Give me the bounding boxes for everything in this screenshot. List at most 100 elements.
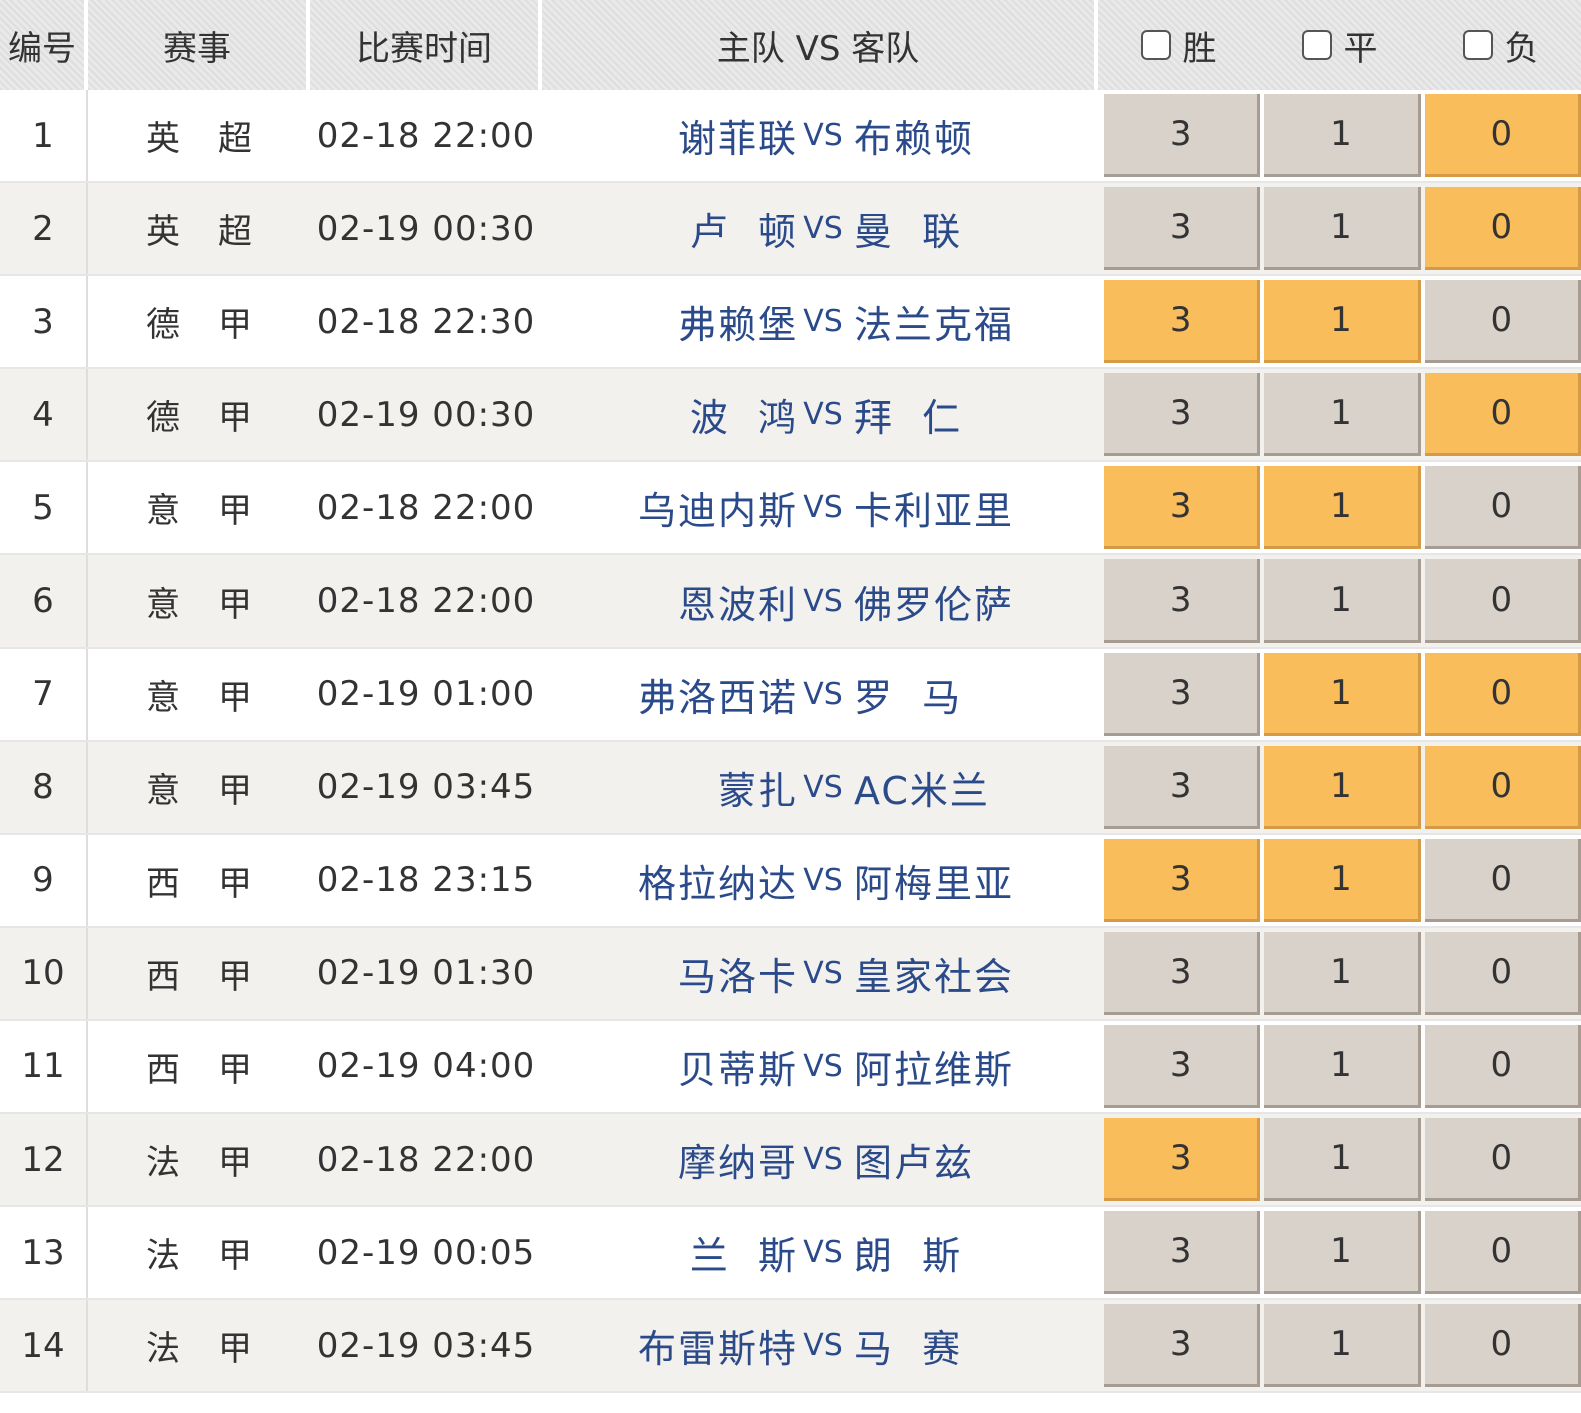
row-time: 02-19 00:30 — [316, 394, 536, 435]
odds-draw-button[interactable]: 1 — [1264, 187, 1421, 271]
odds-draw-button[interactable]: 1 — [1264, 1118, 1421, 1202]
away-team: 皇家社会 — [854, 954, 1015, 999]
odds-lose-button[interactable]: 0 — [1424, 652, 1581, 736]
win-checkbox[interactable] — [1140, 30, 1171, 60]
row-odds: 310 — [1098, 555, 1581, 646]
row-odds: 310 — [1098, 276, 1581, 367]
odds-draw-button[interactable]: 1 — [1264, 1304, 1421, 1388]
row-league: 西甲 — [146, 1049, 290, 1090]
table-body: 1 英超 02-18 22:00 谢菲联 VS 布赖顿 3 1 0 2 英超 02-19 00:30 卢… — [0, 90, 1581, 1394]
odds-draw-button[interactable]: 1 — [1264, 838, 1421, 922]
table-row: 3 德甲 02-18 22:30 弗赖堡 VS 法兰克福 3 1 0 — [0, 276, 1581, 370]
row-number: 3 — [0, 276, 88, 368]
filter-win[interactable]: 胜 — [1140, 21, 1217, 70]
filter-lose[interactable]: 负 — [1462, 21, 1539, 70]
row-odds: 310 — [1098, 369, 1581, 460]
odds-win-button[interactable]: 3 — [1104, 559, 1261, 643]
home-team: 蒙扎 — [717, 768, 798, 813]
odds-draw-button[interactable]: 1 — [1264, 280, 1421, 364]
row-league: 英超 — [146, 212, 290, 253]
away-team: 布赖顿 — [854, 117, 975, 162]
odds-draw-button[interactable]: 1 — [1264, 652, 1421, 736]
draw-checkbox[interactable] — [1301, 30, 1332, 60]
home-team: 乌迪内斯 — [637, 489, 798, 534]
odds-win-button[interactable]: 3 — [1104, 931, 1261, 1015]
odds-draw-button[interactable]: 1 — [1264, 373, 1421, 457]
odds-win-button[interactable]: 3 — [1104, 1024, 1261, 1109]
odds-lose-button[interactable]: 0 — [1424, 838, 1581, 922]
odds-lose-button[interactable]: 0 — [1424, 280, 1581, 364]
row-number: 8 — [0, 741, 88, 833]
away-team: 马 赛 — [854, 1327, 963, 1372]
row-match: 弗洛西诺 VS 罗 马 — [542, 649, 1098, 740]
vs-label: VS — [803, 1142, 843, 1178]
odds-win-button[interactable]: 3 — [1104, 94, 1261, 178]
row-league: 法甲 — [146, 1143, 290, 1184]
away-team: 阿拉维斯 — [854, 1047, 1015, 1092]
odds-draw-button[interactable]: 1 — [1264, 1024, 1421, 1109]
row-time: 02-18 23:15 — [316, 860, 536, 901]
home-team: 谢菲联 — [677, 117, 798, 162]
home-team: 布雷斯特 — [637, 1327, 798, 1372]
lose-checkbox[interactable] — [1462, 30, 1493, 60]
row-time: 02-18 22:00 — [316, 1139, 536, 1180]
odds-win-button[interactable]: 3 — [1104, 466, 1261, 550]
odds-win-button[interactable]: 3 — [1104, 187, 1261, 271]
odds-lose-button[interactable]: 0 — [1424, 1118, 1581, 1202]
table-row: 8 意甲 02-19 03:45 蒙扎 VS AC米兰 3 1 0 — [0, 741, 1581, 835]
odds-lose-button[interactable]: 0 — [1424, 559, 1581, 643]
odds-draw-button[interactable]: 1 — [1264, 745, 1421, 829]
odds-draw-button[interactable]: 1 — [1264, 466, 1421, 550]
table-row: 14 法甲 02-19 03:45 布雷斯特 VS 马 赛 310 — [0, 1300, 1581, 1394]
odds-lose-button[interactable]: 0 — [1424, 187, 1581, 271]
table-row: 7 意甲 02-19 01:00 弗洛西诺 VS 罗 马 310 — [0, 648, 1581, 742]
row-time: 02-18 22:30 — [316, 301, 536, 342]
odds-win-button[interactable]: 3 — [1104, 280, 1261, 364]
odds-lose-button[interactable]: 0 — [1424, 745, 1581, 829]
row-league: 意甲 — [146, 677, 290, 718]
row-number: 7 — [0, 648, 88, 740]
odds-win-button[interactable]: 3 — [1104, 1118, 1261, 1202]
odds-win-button[interactable]: 3 — [1104, 745, 1261, 829]
odds-win-button[interactable]: 3 — [1104, 373, 1261, 457]
odds-draw-button[interactable]: 1 — [1264, 559, 1421, 643]
odds-lose-button[interactable]: 0 — [1424, 931, 1581, 1015]
odds-lose-button[interactable]: 0 — [1424, 466, 1581, 550]
table-row: 11 西甲 02-19 04:00 贝蒂斯 VS 阿拉维斯 3 1 0 — [0, 1020, 1581, 1115]
vs-label: VS — [803, 862, 843, 898]
filter-draw[interactable]: 平 — [1301, 21, 1378, 70]
row-match: 卢 顿 VS 曼 联 — [542, 183, 1098, 274]
away-team: 图卢兹 — [854, 1141, 975, 1186]
vs-label: VS — [803, 118, 843, 154]
row-time: 02-19 01:30 — [316, 953, 536, 994]
odds-draw-button[interactable]: 1 — [1264, 931, 1421, 1015]
odds-draw-button[interactable]: 1 — [1264, 1211, 1421, 1295]
away-team: 拜 仁 — [854, 396, 963, 441]
away-team: 法兰克福 — [854, 303, 1015, 348]
odds-win-button[interactable]: 3 — [1104, 838, 1261, 922]
odds-lose-button[interactable]: 0 — [1424, 94, 1581, 178]
odds-lose-button[interactable]: 0 — [1424, 1211, 1581, 1295]
odds-win-button[interactable]: 3 — [1104, 1304, 1261, 1388]
odds-win-button[interactable]: 3 — [1104, 652, 1261, 736]
odds-draw-button[interactable]: 1 — [1264, 94, 1421, 178]
odds-lose-button[interactable]: 0 — [1424, 1024, 1581, 1109]
win-label: 胜 — [1182, 28, 1217, 69]
match-table: 编号 赛事 比赛时间 主队 VS 客队 胜 平 负 1 英超 02-18 22:00… — [0, 0, 1581, 1413]
row-time: 02-19 00:30 — [316, 208, 536, 249]
row-number: 5 — [0, 462, 88, 554]
header-odds: 胜 平 负 — [1098, 0, 1581, 90]
row-league: 德甲 — [146, 398, 290, 439]
vs-label: VS — [803, 769, 843, 805]
odds-win-button[interactable]: 3 — [1104, 1211, 1261, 1295]
vs-label: VS — [803, 211, 843, 247]
lose-label: 负 — [1504, 28, 1539, 69]
odds-lose-button[interactable]: 0 — [1424, 1304, 1581, 1388]
row-match: 恩波利 VS 佛罗伦萨 — [542, 555, 1098, 646]
row-number: 10 — [0, 927, 88, 1019]
row-match: 马洛卡 VS 皇家社会 — [542, 928, 1098, 1019]
vs-label: VS — [803, 397, 843, 433]
row-time: 02-19 04:00 — [316, 1046, 536, 1087]
row-match: 贝蒂斯 VS 阿拉维斯 — [542, 1021, 1098, 1112]
odds-lose-button[interactable]: 0 — [1424, 373, 1581, 457]
